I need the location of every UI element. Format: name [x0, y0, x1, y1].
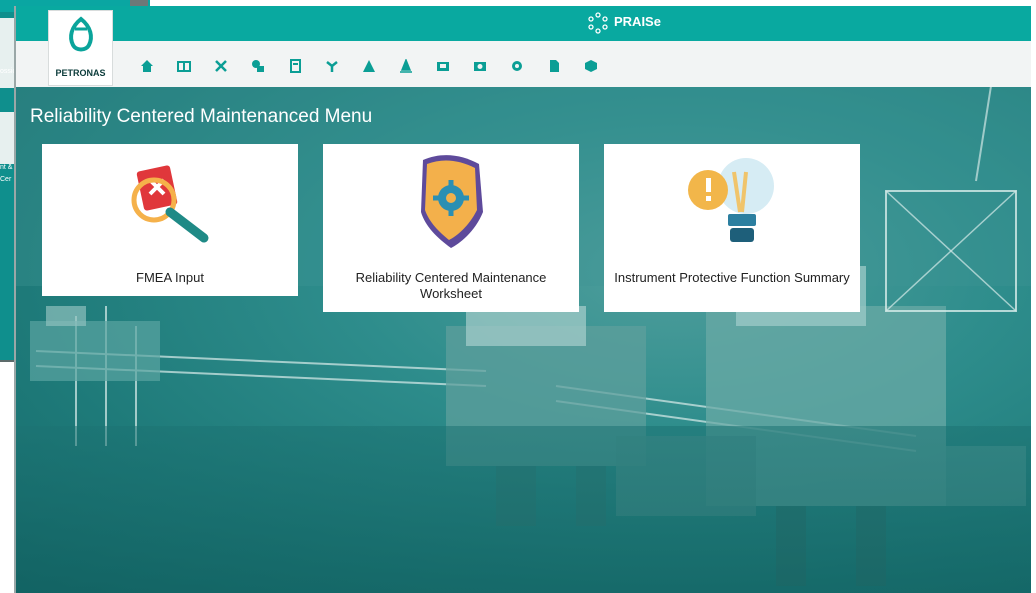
- toolbar-icons: [128, 54, 609, 78]
- equipment-icon: [251, 60, 264, 72]
- ipf-alert-bulb-icon: [688, 158, 774, 242]
- home-icon: [140, 60, 153, 72]
- background-text: Cer: [0, 176, 12, 183]
- rcm-worksheet-card[interactable]: Reliability Centered Maintenance Workshe…: [323, 144, 579, 312]
- warning-button[interactable]: [350, 54, 387, 78]
- ipf-summary-label: Instrument Protective Function Summary: [614, 270, 850, 285]
- background-tile: [0, 18, 14, 88]
- title-bar: PRAISe: [16, 6, 1031, 41]
- ipf-summary-card[interactable]: Instrument Protective Function Summary: [604, 144, 860, 312]
- sea-shading: [16, 426, 1031, 593]
- brand-name: PETRONAS: [55, 68, 106, 78]
- settings-button[interactable]: [498, 54, 535, 78]
- tools-icon: [214, 60, 227, 72]
- document-button[interactable]: [535, 54, 572, 78]
- cube-button[interactable]: [572, 54, 609, 78]
- fmea-input-label: FMEA Input: [136, 270, 204, 285]
- settings-icon: [511, 61, 522, 71]
- equipment-button[interactable]: [239, 54, 276, 78]
- network-icon: [325, 61, 338, 72]
- calculator-icon: [289, 59, 301, 73]
- rcm-worksheet-label: Reliability Centered Maintenance Workshe…: [355, 270, 547, 301]
- tools-button[interactable]: [202, 54, 239, 78]
- report-button[interactable]: [424, 54, 461, 78]
- gauge-button[interactable]: [461, 54, 498, 78]
- fmea-magnifier-icon: [131, 165, 209, 243]
- petronas-emblem-icon: [69, 16, 93, 52]
- report-icon: [436, 62, 449, 71]
- page-title: Reliability Centered Maintenanced Menu: [30, 106, 373, 127]
- document-icon: [549, 60, 559, 72]
- layout-icon: [176, 61, 191, 72]
- praise-logo-icon: [588, 12, 608, 34]
- layout-button[interactable]: [165, 54, 202, 78]
- fmea-input-card[interactable]: FMEA Input: [42, 144, 298, 296]
- gauge-icon: [473, 62, 486, 71]
- network-button[interactable]: [313, 54, 350, 78]
- background-tile: [0, 112, 14, 164]
- background-text: nt &: [0, 164, 13, 171]
- home-button[interactable]: [128, 54, 165, 78]
- cube-icon: [584, 60, 597, 72]
- rcm-shield-gear-icon: [421, 155, 483, 248]
- calculator-button[interactable]: [276, 54, 313, 78]
- petronas-logo[interactable]: PETRONAS: [48, 10, 113, 86]
- app-title: PRAISe: [614, 14, 661, 29]
- cone-button[interactable]: [387, 54, 424, 78]
- warning-icon: [362, 60, 375, 72]
- cone-icon: [399, 59, 412, 73]
- main-window: PRAISe PETRONAS Reliability Centered Mai…: [14, 6, 1031, 593]
